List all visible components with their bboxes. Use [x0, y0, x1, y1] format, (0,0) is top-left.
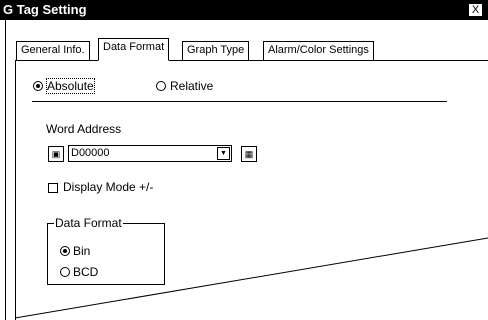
bcd-radio[interactable] — [60, 267, 70, 277]
bin-label: Bin — [73, 244, 91, 258]
word-address-combo[interactable]: D00000 ▼ — [68, 145, 232, 162]
bcd-label: BCD — [73, 265, 99, 279]
absolute-label: Absolute — [46, 78, 95, 94]
keypad-icon[interactable]: ▦ — [241, 146, 257, 162]
device-icon[interactable]: ▣ — [48, 146, 64, 162]
display-mode-label: Display Mode +/- — [63, 180, 154, 194]
bin-radio[interactable] — [60, 246, 70, 256]
relative-radio[interactable] — [156, 81, 166, 91]
tab-data-format[interactable]: Data Format — [98, 38, 170, 61]
absolute-radio[interactable] — [33, 81, 43, 91]
word-address-value: D00000 — [71, 147, 110, 159]
data-format-legend: Data Format — [54, 216, 123, 230]
relative-label: Relative — [170, 79, 214, 93]
divider — [32, 101, 447, 102]
chevron-down-icon[interactable]: ▼ — [217, 147, 230, 160]
word-address-label: Word Address — [46, 122, 122, 136]
display-mode-checkbox[interactable] — [48, 183, 58, 193]
